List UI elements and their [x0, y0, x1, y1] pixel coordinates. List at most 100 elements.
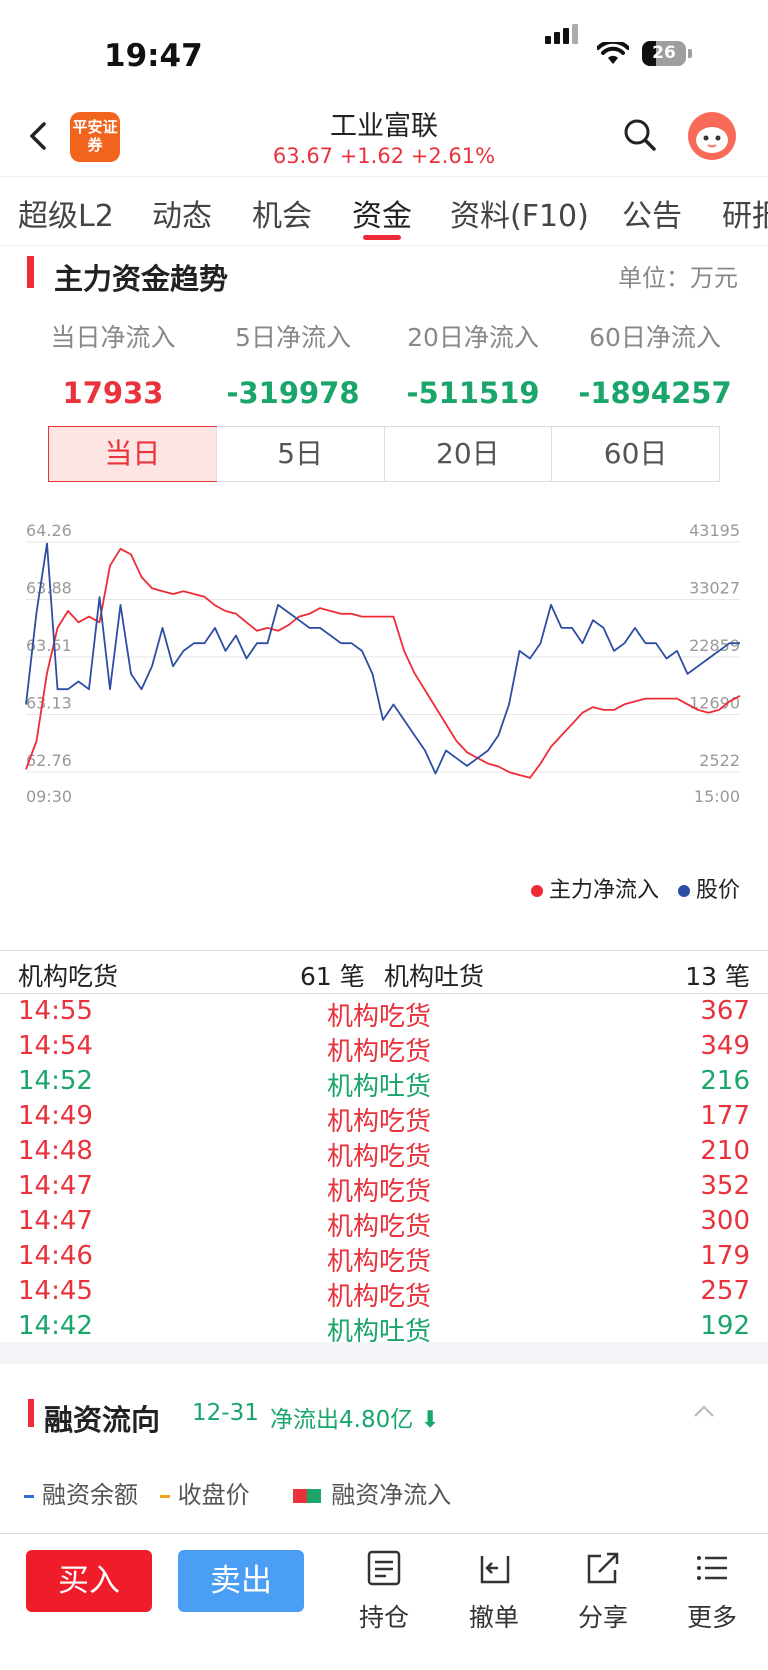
institution-row: 14:47 机构吃货 300	[0, 1204, 768, 1242]
arrow-down-icon: ⬇	[420, 1407, 440, 1433]
legend-price: 股价	[695, 878, 740, 903]
right-tick-label: 43195	[689, 522, 740, 540]
left-tick-label: 63.13	[26, 694, 72, 713]
row-time: 14:48	[18, 1136, 93, 1166]
row-volume: 216	[700, 1066, 750, 1096]
x-tick-start: 09:30	[26, 787, 72, 806]
battery-tip	[688, 49, 692, 58]
more-button[interactable]: 更多	[672, 1548, 752, 1634]
section-marker	[27, 256, 34, 288]
institution-list: 14:55 机构吃货 367 14:54 机构吃货 349 14:52 机构吐货 216 14:4…	[0, 994, 768, 1347]
share-icon	[587, 1552, 619, 1584]
row-type: 机构吃货	[327, 1142, 432, 1172]
row-type: 机构吃货	[327, 1177, 432, 1207]
tab-f10[interactable]: 资料(F10)	[450, 191, 589, 235]
flow-stat-60d: 60日净流入 -1894257	[578, 323, 732, 410]
row-time: 14:45	[18, 1276, 93, 1306]
tab-dynamics[interactable]: 动态	[152, 191, 212, 235]
row-time: 14:52	[18, 1066, 93, 1096]
period-today-button[interactable]: 当日	[48, 426, 217, 482]
fund-flow-chart[interactable]: 64.26 4319563.88 3302763.51 2285963.13 12690…	[0, 522, 768, 862]
row-volume: 177	[700, 1101, 750, 1131]
tab-opportunity[interactable]: 机会	[252, 191, 312, 235]
left-tick-label: 64.26	[26, 522, 72, 540]
buy-button[interactable]: 买入	[26, 1550, 152, 1612]
section-title: 主力资金趋势	[54, 262, 229, 296]
period-60d-button[interactable]: 60日	[551, 427, 719, 481]
avatar[interactable]	[688, 112, 736, 160]
sell-button[interactable]: 卖出	[178, 1550, 304, 1612]
legend-dot-flow	[530, 885, 543, 897]
legend-dot-price	[677, 885, 690, 897]
collapse-chevron-icon[interactable]	[690, 1398, 718, 1426]
row-volume: 210	[700, 1136, 750, 1166]
margin-legend: 融资余额 收盘价 融资净流入	[24, 1475, 451, 1510]
active-tab-indicator	[363, 235, 401, 240]
right-tick-label: 33027	[689, 579, 740, 598]
flow-stat-5d: 5日净流入 -319978	[226, 323, 360, 410]
tab-bar: 超级L2 动态 机会 资金 资料(F10) 公告 研报	[0, 176, 768, 246]
row-time: 14:42	[18, 1311, 93, 1341]
more-menu-icon	[697, 1556, 727, 1580]
share-button[interactable]: 分享	[563, 1548, 643, 1634]
tab-research[interactable]: 研报	[722, 191, 768, 235]
buy-count: 61 笔	[300, 962, 365, 991]
legend-bar-red-icon	[293, 1489, 308, 1503]
chart-legend: 主力净流入 股价	[519, 872, 740, 904]
row-volume: 352	[700, 1171, 750, 1201]
bottom-toolbar: 买入 卖出 持仓 撤单 分享 更多	[0, 1533, 768, 1670]
row-volume: 192	[700, 1311, 750, 1341]
period-20d-button[interactable]: 20日	[383, 427, 552, 481]
right-tick-label: 2522	[699, 751, 740, 770]
row-time: 14:47	[18, 1206, 93, 1236]
institution-row: 14:45 机构吃货 257	[0, 1274, 768, 1312]
period-selector: 当日 5日 20日 60日	[48, 426, 720, 482]
legend-line-orange-icon	[159, 1494, 170, 1498]
row-time: 14:54	[18, 1031, 93, 1061]
holdings-icon	[367, 1550, 401, 1586]
stock-header: 平安证券 工业富联 63.67 +1.62 +2.61%	[0, 100, 768, 176]
flow-stat-20d: 20日净流入 -511519	[406, 323, 540, 410]
tab-funds[interactable]: 资金	[352, 191, 412, 235]
margin-date: 12-31	[192, 1400, 259, 1426]
left-tick-label: 62.76	[26, 751, 72, 770]
row-type: 机构吃货	[327, 1282, 432, 1312]
row-type: 机构吃货	[327, 1037, 432, 1067]
series-stock-price	[25, 542, 740, 775]
margin-net-flow: 净流出4.80亿 ⬇	[270, 1407, 440, 1433]
row-volume: 367	[700, 996, 750, 1026]
holdings-button[interactable]: 持仓	[344, 1548, 424, 1634]
avatar-face-icon	[696, 127, 728, 153]
wifi-icon	[597, 42, 629, 64]
institution-row: 14:47 机构吃货 352	[0, 1169, 768, 1207]
period-5d-button[interactable]: 5日	[215, 427, 384, 481]
cancel-order-button[interactable]: 撤单	[454, 1548, 534, 1634]
tab-announcements[interactable]: 公告	[622, 191, 682, 235]
sell-label: 机构吐货	[384, 962, 485, 991]
section-divider	[0, 1342, 768, 1364]
buy-label: 机构吃货	[18, 962, 119, 991]
search-icon[interactable]	[622, 117, 658, 153]
legend-flow: 主力净流入	[548, 878, 659, 903]
series-main-net-inflow	[25, 547, 741, 779]
institution-row: 14:49 机构吃货 177	[0, 1099, 768, 1137]
institution-row: 14:54 机构吃货 349	[0, 1029, 768, 1067]
cancel-order-icon	[480, 1556, 510, 1584]
flow-stat-today: 当日净流入 17933	[50, 323, 176, 410]
legend-line-blue-icon	[24, 1494, 34, 1498]
tab-l2[interactable]: 超级L2	[18, 191, 114, 235]
margin-title: 融资流向	[44, 1403, 161, 1437]
section-marker	[28, 1399, 34, 1427]
institution-row: 14:42 机构吐货 192	[0, 1309, 768, 1347]
row-time: 14:47	[18, 1171, 93, 1201]
clock: 19:47	[104, 38, 203, 74]
row-volume: 349	[700, 1031, 750, 1061]
institution-row: 14:46 机构吃货 179	[0, 1239, 768, 1277]
row-type: 机构吐货	[327, 1072, 432, 1102]
row-type: 机构吃货	[327, 1107, 432, 1137]
x-tick-end: 15:00	[694, 787, 740, 806]
institution-row: 14:48 机构吃货 210	[0, 1134, 768, 1172]
unit-label: 单位：万元	[618, 264, 738, 292]
row-type: 机构吃货	[327, 1212, 432, 1242]
battery-icon: 26	[642, 41, 686, 66]
